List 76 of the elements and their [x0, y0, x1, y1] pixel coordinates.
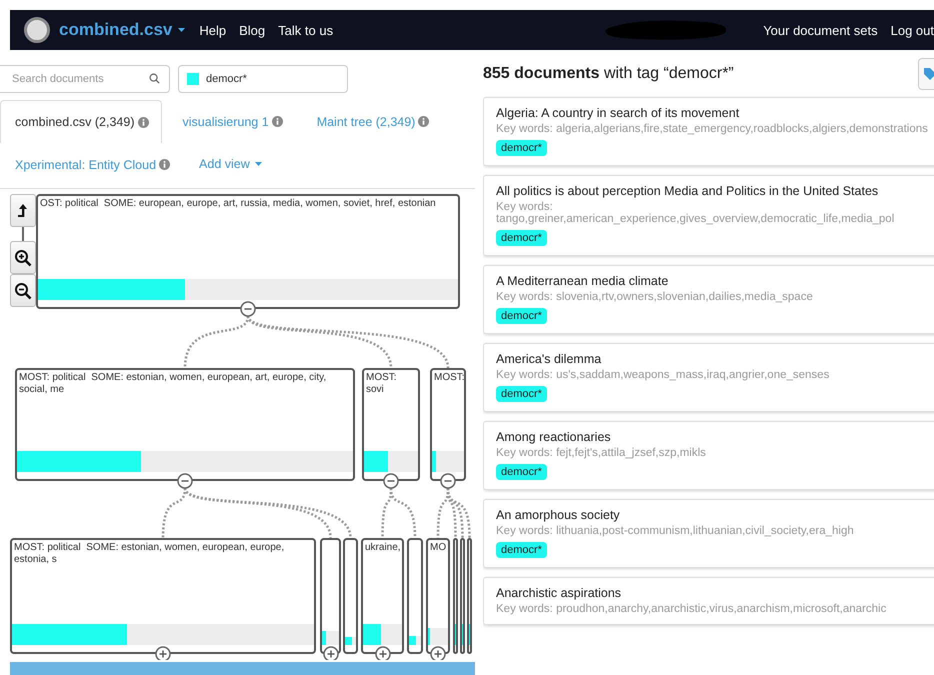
document-card[interactable]: Algeria: A country in search of its movement Key words: algeria,algerians,fire,state_emergency,roadblocks,algiers,demonstrations democr* [483, 97, 934, 166]
caret-icon [178, 28, 186, 32]
node-label: OST: political SOME: european, europe, art, russia, media, women, soviet, href, estonian [40, 198, 437, 210]
expand-toggle[interactable] [322, 646, 338, 660]
document-title: Among reactionaries [496, 430, 611, 444]
document-card[interactable]: An amorphous society Key words: lithuania,post-communism,lithuanian,civil_society,era_high democr* [483, 499, 934, 568]
project-menu[interactable]: combined.csv [59, 20, 186, 40]
up-arrow-icon [17, 202, 29, 218]
nav-link[interactable]: Log out [890, 22, 934, 38]
tree-node[interactable]: MOST: [430, 368, 466, 481]
collapse-toggle[interactable] [383, 473, 399, 489]
document-card[interactable]: A Mediterranean media climate Key words: slovenia,rtv,owners,slovenian,dailies,media_space democr* [483, 265, 934, 334]
nav-link[interactable]: Blog [239, 22, 266, 38]
node-label: MOST: sovi [366, 372, 398, 396]
node-label: MOST: political SOME: estonian, women, european, europe, estonia, s [14, 542, 286, 566]
document-title: Anarchistic aspirations [496, 586, 622, 600]
document-keywords: Key words: proudhon,anarchy,anarchistic,virus,anarchism,microsoft,anarchic [496, 603, 886, 615]
document-card[interactable]: All politics is about perception Media and Politics in the United States Key words: tango,greiner,american_experience,gives_overview,democratic_life,media_pol democr* [483, 175, 934, 256]
logo-icon [24, 17, 50, 43]
nav-link[interactable]: Help [199, 22, 226, 38]
zoom-in-icon [14, 248, 32, 266]
node-label: MOST: [434, 372, 462, 384]
tree-node[interactable]: MOST: sovi [362, 368, 420, 481]
nav-link[interactable]: Talk to us [278, 22, 334, 38]
expand-toggle[interactable] [155, 646, 171, 660]
up-button[interactable] [10, 194, 36, 227]
node-label: ukraine, [365, 542, 400, 554]
document-card[interactable]: Anarchistic aspirations Key words: proudhon,anarchy,anarchistic,virus,anarchism,microsoft,anarchic [483, 577, 934, 625]
zoom-out-icon [14, 282, 32, 300]
tree-node[interactable]: MOST: political SOME: estonian, women, european, europe, estonia, s [10, 538, 316, 654]
tree-node[interactable] [343, 538, 358, 654]
tag-filter-value: democr* [206, 73, 247, 85]
search-field[interactable]: Search documents [0, 65, 170, 93]
document-keywords: Key words: slovenia,rtv,owners,slovenian,dailies,media_space [496, 291, 813, 303]
tree-node[interactable]: MOST: political SOME: estonian, women, european, art, europe, city, social, me [15, 368, 355, 481]
node-label: MOST: political SOME: estonian, women, european, art, europe, city, social, me [19, 372, 328, 396]
tag-icon [923, 66, 934, 80]
collapse-toggle[interactable] [240, 301, 256, 317]
tree-node[interactable] [467, 538, 472, 654]
document-title: All politics is about perception Media and Politics in the United States [496, 184, 878, 198]
document-title: An amorphous society [496, 508, 620, 522]
results-heading: 855 documents with tag “democr*” [483, 64, 734, 82]
document-keywords: Key words: algeria,algerians,fire,state_emergency,roadblocks,algiers,demonstrations [496, 123, 928, 135]
tag-label: democr* [496, 386, 547, 402]
search-icon [149, 73, 160, 84]
document-keywords: Key words: lithuania,post-communism,lithuanian,civil_society,era_high [496, 525, 854, 537]
document-title: Algeria: A country in search of its movement [496, 106, 740, 120]
tag-label: democr* [496, 308, 547, 324]
document-title: America's dilemma [496, 352, 602, 366]
document-card[interactable]: Among reactionaries Key words: fejt,fejt's,attila_jzsef,szp,mikls democr* [483, 421, 934, 490]
view-tab[interactable]: combined.csv (2,349) [0, 100, 162, 143]
tag-label: democr* [496, 230, 547, 246]
document-keywords: Key words: us's,saddam,weapons_mass,iraq,angrier,one_senses [496, 369, 830, 381]
tree-node[interactable]: OST: political SOME: european, europe, art, russia, media, women, soviet, href, estonian [36, 194, 460, 309]
tree-node[interactable] [407, 538, 423, 654]
node-label: MO [430, 542, 446, 554]
tree-node[interactable]: ukraine, [361, 538, 404, 654]
expand-toggle[interactable] [430, 646, 446, 660]
tag-label: democr* [496, 542, 547, 558]
zoom-in-button[interactable] [10, 241, 36, 274]
tag-label: democr* [496, 140, 547, 156]
tag-swatch [187, 73, 199, 85]
tag-label: democr* [496, 464, 547, 480]
expand-toggle[interactable] [374, 646, 390, 660]
document-keywords: Key words: fejt,fejt's,attila_jzsef,szp,mikls [496, 447, 706, 459]
document-title: A Mediterranean media climate [496, 274, 668, 288]
collapse-toggle[interactable] [177, 473, 193, 489]
document-keywords: Key words: tango,greiner,american_experience,gives_overview,democratic_life,media_pol [496, 201, 896, 225]
zoom-out-button[interactable] [10, 274, 36, 307]
caret-icon [254, 162, 262, 166]
document-card[interactable]: America's dilemma Key words: us's,saddam,weapons_mass,iraq,angrier,one_senses democr* [483, 343, 934, 412]
tree-node[interactable] [453, 538, 458, 654]
tree-node[interactable] [460, 538, 465, 654]
collapse-toggle[interactable] [440, 473, 456, 489]
nav-link[interactable]: Your document sets [763, 22, 878, 38]
tag-filter-field[interactable]: democr* [178, 65, 348, 93]
